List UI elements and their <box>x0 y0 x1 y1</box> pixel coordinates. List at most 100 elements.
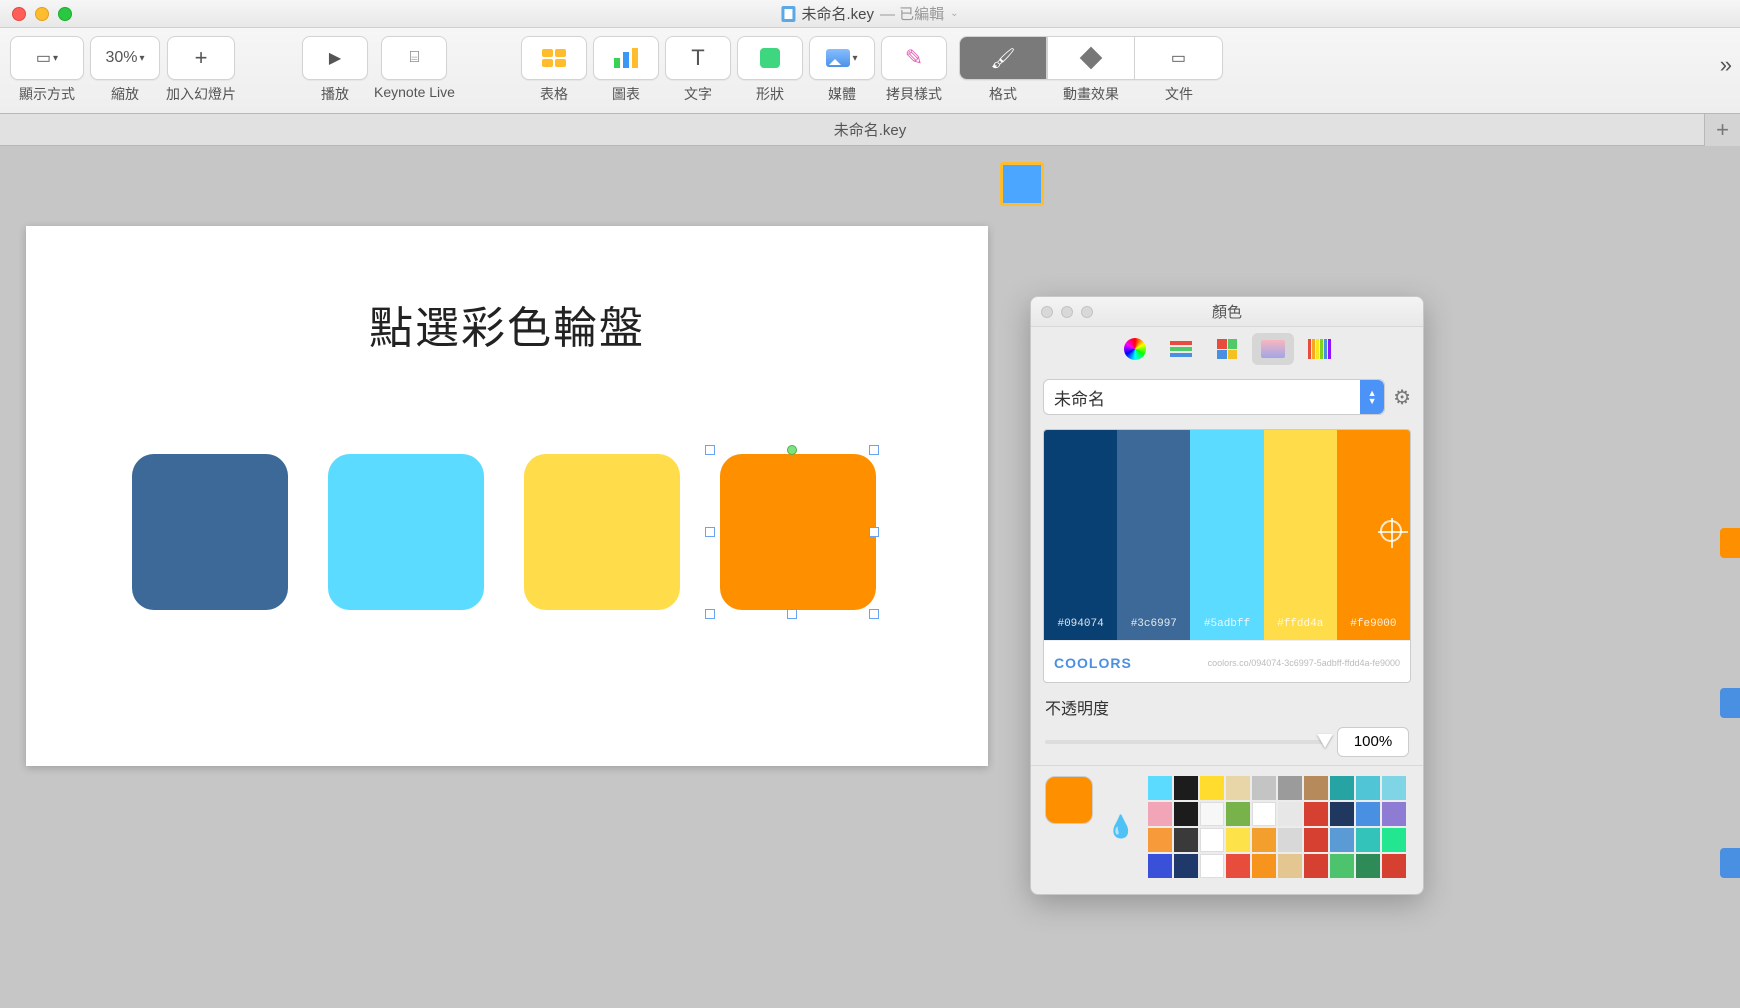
eyedropper-target-icon[interactable] <box>1380 520 1402 542</box>
chart-button[interactable] <box>593 36 659 80</box>
color-sliders-tab[interactable] <box>1160 333 1202 365</box>
swatch[interactable] <box>1278 854 1302 878</box>
shape-button[interactable] <box>737 36 803 80</box>
keynote-live-button[interactable]: ⌸ <box>381 36 447 80</box>
palette-select[interactable]: 未命名 ▲▼ <box>1043 379 1385 415</box>
play-button[interactable]: ▶ <box>302 36 368 80</box>
swatch[interactable] <box>1148 828 1172 852</box>
swatch[interactable] <box>1148 854 1172 878</box>
palette-gear-icon[interactable]: ⚙ <box>1393 385 1411 410</box>
text-button[interactable]: T <box>665 36 731 80</box>
resize-handle[interactable] <box>705 609 715 619</box>
swatch[interactable] <box>1304 828 1328 852</box>
minimize-window-icon[interactable] <box>35 7 49 21</box>
swatch[interactable] <box>1278 802 1302 826</box>
add-slide-button[interactable]: + <box>167 36 235 80</box>
title-chevron-icon[interactable]: ⌄ <box>950 8 958 19</box>
swatch[interactable] <box>1278 828 1302 852</box>
color-panel-titlebar[interactable]: 顏色 <box>1031 297 1423 327</box>
swatch[interactable] <box>1356 802 1380 826</box>
zoom-button[interactable]: 30%▾ <box>90 36 160 80</box>
close-window-icon[interactable] <box>12 7 26 21</box>
swatch[interactable] <box>1174 854 1198 878</box>
slide[interactable]: 點選彩色輪盤 <box>26 226 988 766</box>
shape-3[interactable] <box>524 454 680 610</box>
palette-color[interactable]: #5adbff <box>1190 430 1263 640</box>
swatch[interactable] <box>1174 828 1198 852</box>
pencils-tab[interactable] <box>1298 333 1340 365</box>
swatch[interactable] <box>1382 776 1406 800</box>
toolbar-overflow-icon[interactable]: » <box>1720 52 1732 78</box>
add-tab-button[interactable]: + <box>1704 114 1740 146</box>
image-palettes-tab[interactable] <box>1252 333 1294 365</box>
swatch[interactable] <box>1330 802 1354 826</box>
swatch[interactable] <box>1356 854 1380 878</box>
swatch[interactable] <box>1252 854 1276 878</box>
side-chip[interactable] <box>1720 528 1740 558</box>
canvas-area: 點選彩色輪盤 顏色 <box>0 146 1740 1004</box>
palette-color[interactable]: #3c6997 <box>1117 430 1190 640</box>
swatch[interactable] <box>1382 828 1406 852</box>
shape-2[interactable] <box>328 454 484 610</box>
palette-select-value: 未命名 <box>1054 385 1105 410</box>
slide-thumbnail[interactable] <box>1000 162 1044 206</box>
color-panel-title: 顏色 <box>1212 301 1242 322</box>
copy-style-button[interactable]: ✎ <box>881 36 947 80</box>
swatch[interactable] <box>1304 802 1328 826</box>
swatch[interactable] <box>1252 802 1276 826</box>
animate-button[interactable] <box>1047 36 1135 80</box>
side-chip[interactable] <box>1720 848 1740 878</box>
resize-handle[interactable] <box>787 609 797 619</box>
resize-handle[interactable] <box>869 609 879 619</box>
view-button[interactable]: ▭ ▾ <box>10 36 84 80</box>
panel-close-icon[interactable] <box>1041 306 1053 318</box>
eyedropper-icon[interactable]: 💧 <box>1107 814 1134 840</box>
swatch[interactable] <box>1200 776 1224 800</box>
swatch[interactable] <box>1304 854 1328 878</box>
swatch[interactable] <box>1278 776 1302 800</box>
swatch[interactable] <box>1304 776 1328 800</box>
swatch[interactable] <box>1330 854 1354 878</box>
color-swatches <box>1148 776 1406 878</box>
shape-1[interactable] <box>132 454 288 610</box>
zoom-window-icon[interactable] <box>58 7 72 21</box>
tab-title[interactable]: 未命名.key <box>834 119 907 140</box>
swatch[interactable] <box>1382 854 1406 878</box>
swatch[interactable] <box>1356 828 1380 852</box>
swatch[interactable] <box>1330 828 1354 852</box>
swatch[interactable] <box>1226 776 1250 800</box>
swatch[interactable] <box>1148 776 1172 800</box>
current-color-well[interactable] <box>1045 776 1093 824</box>
swatch[interactable] <box>1356 776 1380 800</box>
swatch[interactable] <box>1174 776 1198 800</box>
swatch[interactable] <box>1200 802 1224 826</box>
swatch[interactable] <box>1382 802 1406 826</box>
swatch[interactable] <box>1226 802 1250 826</box>
swatch[interactable] <box>1330 776 1354 800</box>
opacity-slider[interactable] <box>1045 740 1327 744</box>
color-palettes-tab[interactable] <box>1206 333 1248 365</box>
side-chip[interactable] <box>1720 688 1740 718</box>
palette-color[interactable]: #094074 <box>1044 430 1117 640</box>
opacity-value[interactable]: 100% <box>1337 727 1409 757</box>
swatch[interactable] <box>1226 854 1250 878</box>
swatch[interactable] <box>1252 776 1276 800</box>
palette-image[interactable]: #094074#3c6997#5adbff#ffdd4a#fe9000 COOL… <box>1043 429 1411 683</box>
color-panel[interactable]: 顏色 未命名 ▲▼ ⚙ #094074#3c6997#5adbff#ffdd4a… <box>1030 296 1424 895</box>
shape-4-selected[interactable] <box>720 454 876 610</box>
panel-min-icon[interactable] <box>1061 306 1073 318</box>
palette-color[interactable]: #ffdd4a <box>1264 430 1337 640</box>
format-button[interactable]: 🖌 <box>959 36 1047 80</box>
panel-zoom-icon[interactable] <box>1081 306 1093 318</box>
media-button[interactable]: ▾ <box>809 36 875 80</box>
swatch[interactable] <box>1200 828 1224 852</box>
swatch[interactable] <box>1148 802 1172 826</box>
swatch[interactable] <box>1226 828 1250 852</box>
swatch[interactable] <box>1174 802 1198 826</box>
swatch[interactable] <box>1200 854 1224 878</box>
slider-thumb-icon[interactable] <box>1317 734 1333 748</box>
table-button[interactable] <box>521 36 587 80</box>
swatch[interactable] <box>1252 828 1276 852</box>
color-wheel-tab[interactable] <box>1114 333 1156 365</box>
document-button[interactable]: ▭ <box>1135 36 1223 80</box>
